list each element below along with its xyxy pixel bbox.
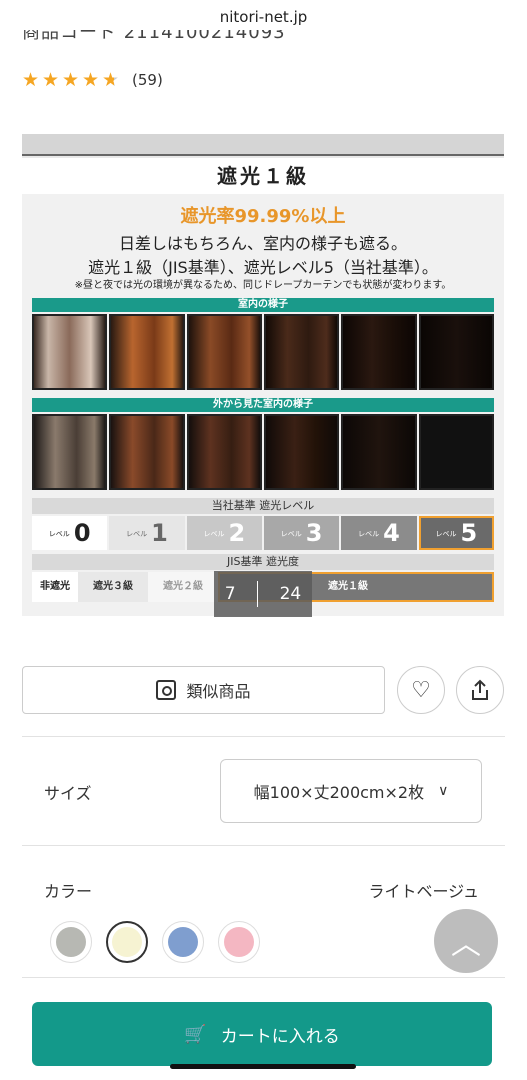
swatch-dot	[112, 927, 142, 957]
size-select[interactable]: 幅100×丈200cm×2枚 ∨	[220, 759, 482, 823]
banner-line-2: 遮光１級（JIS基準）、遮光レベル5（当社基準）。	[88, 258, 438, 277]
similar-products-label: 類似商品	[186, 682, 251, 701]
window-photo	[341, 414, 417, 490]
banner-top-strip	[22, 134, 504, 156]
size-value: 幅100×丈200cm×2枚	[253, 783, 425, 802]
counter-total: 24	[279, 584, 302, 604]
color-swatch[interactable]	[162, 921, 204, 963]
star-icon: ★	[42, 69, 60, 91]
swatch-dot	[56, 927, 86, 957]
star-icon: ★	[22, 69, 40, 91]
section-bar-indoor: 室内の様子	[32, 298, 494, 312]
shade-levels: レベル 0 レベル 1 レベル 2 レベル 3 レベル 4 レベル 5	[32, 516, 494, 550]
color-swatch[interactable]	[50, 921, 92, 963]
divider	[22, 736, 505, 737]
window-photo	[32, 414, 108, 490]
window-photo	[263, 414, 340, 490]
heart-icon: ♡	[411, 677, 431, 703]
size-label: サイズ	[44, 784, 92, 803]
banner-line-1: 日差しはもちろん、室内の様子も遮る。	[118, 234, 407, 253]
window-photo	[418, 414, 494, 490]
section-bar-outside: 外から見た室内の様子	[32, 398, 494, 412]
level-header: 当社基準 遮光レベル	[32, 498, 494, 514]
divider	[22, 977, 505, 978]
curtain-photo	[186, 314, 262, 390]
camera-search-icon	[156, 680, 177, 700]
add-to-cart-button[interactable]: 🛒 カートに入れる	[32, 1002, 492, 1066]
color-selected-name: ライトベージュ	[368, 882, 479, 901]
similar-products-button[interactable]: 類似商品	[22, 666, 385, 714]
cart-icon: 🛒	[184, 1023, 207, 1045]
add-to-cart-label: カートに入れる	[220, 1026, 340, 1047]
image-counter: 7 24	[214, 571, 312, 617]
jis-non-blackout: 非遮光	[32, 572, 78, 602]
curtain-photo	[263, 314, 340, 390]
jis-header: JIS基準 遮光度	[32, 554, 494, 570]
window-photo	[109, 414, 185, 490]
swatch-dot	[168, 927, 198, 957]
star-rating: ★ ★ ★ ★ ★	[22, 70, 122, 90]
swatch-dot	[224, 927, 254, 957]
chevron-down-icon: ∨	[438, 783, 449, 799]
color-swatch[interactable]	[218, 921, 260, 963]
counter-divider	[257, 581, 259, 607]
star-icon: ★	[62, 69, 80, 91]
curtain-photo	[341, 314, 417, 390]
level-0: レベル 0	[32, 516, 108, 550]
chevron-up-icon: ︿	[451, 927, 481, 962]
jis-grade-3: 遮光３級	[78, 572, 148, 602]
curtain-photo	[109, 314, 185, 390]
banner-body: 遮光率99.99%以上 日差しはもちろん、室内の様子も遮る。 遮光１級（JIS基…	[22, 194, 504, 616]
outside-photos	[32, 414, 494, 490]
home-indicator	[170, 1064, 356, 1069]
curtain-photo	[418, 314, 494, 390]
rating[interactable]: ★ ★ ★ ★ ★ (59)	[22, 70, 163, 90]
banner-title: 遮光１級	[22, 158, 504, 194]
color-swatches	[50, 921, 260, 963]
color-swatch-selected[interactable]	[106, 921, 148, 963]
product-code: 商品コード 2114100214093	[22, 30, 286, 43]
color-label: カラー	[44, 882, 93, 901]
level-1: レベル 1	[109, 516, 185, 550]
half-star-icon: ★	[102, 70, 122, 90]
indoor-photos	[32, 314, 494, 390]
url-text: nitori-net.jp	[219, 8, 308, 26]
product-image[interactable]: 遮光１級 遮光率99.99%以上 日差しはもちろん、室内の様子も遮る。 遮光１級…	[22, 134, 504, 616]
divider	[22, 845, 505, 846]
review-count[interactable]: (59)	[132, 71, 163, 89]
level-5: レベル 5	[418, 516, 494, 550]
scroll-to-top-button[interactable]: ︿	[434, 909, 498, 973]
jis-grade-2: 遮光２級	[148, 572, 218, 602]
share-icon	[472, 679, 488, 700]
level-3: レベル 3	[263, 516, 340, 550]
level-2: レベル 2	[186, 516, 262, 550]
banner-note: ※昼と夜では光の環境が異なるため、同じドレープカーテンでも状態が変わります。	[74, 280, 452, 291]
banner-headline: 遮光率99.99%以上	[180, 206, 346, 227]
curtain-photo	[32, 314, 108, 390]
level-4: レベル 4	[341, 516, 417, 550]
star-icon: ★	[82, 69, 100, 91]
counter-current: 7	[224, 584, 236, 604]
window-photo	[186, 414, 262, 490]
share-button[interactable]	[456, 666, 504, 714]
favorite-button[interactable]: ♡	[397, 666, 445, 714]
